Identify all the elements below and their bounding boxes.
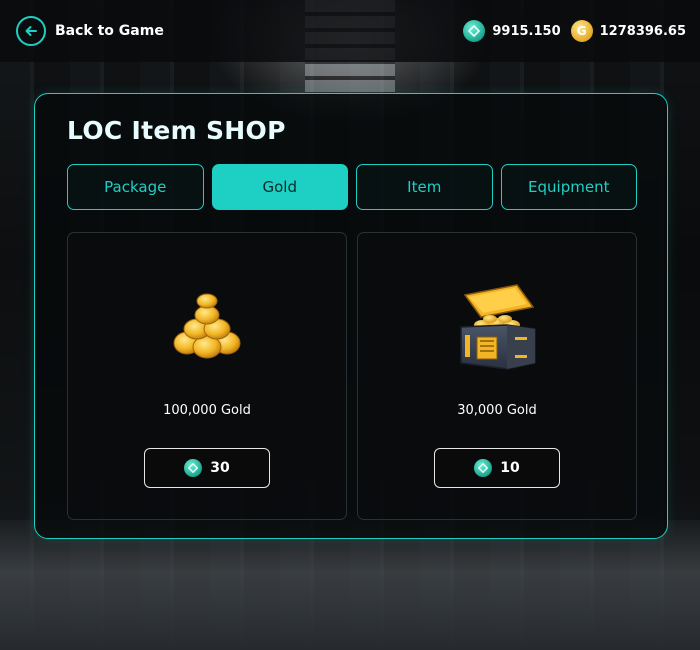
gold-treasure-chest-icon xyxy=(447,277,547,377)
back-to-game-button[interactable]: Back to Game xyxy=(16,16,164,46)
wallet: 9915.150 G 1278396.65 xyxy=(463,20,686,42)
buy-button[interactable]: 10 xyxy=(434,448,560,488)
product-price: 30 xyxy=(210,460,230,476)
floor-reflection xyxy=(0,520,700,650)
shop-title: LOC Item SHOP xyxy=(67,116,286,145)
back-to-game-label: Back to Game xyxy=(55,23,164,39)
tab-gold[interactable]: Gold xyxy=(211,164,348,210)
product-card: 100,000 Gold 30 xyxy=(67,232,347,520)
product-grid: 100,000 Gold 30 30,000 Gold 10 xyxy=(67,232,637,520)
gold-balance-value: 1278396.65 xyxy=(599,23,686,39)
product-card: 30,000 Gold 10 xyxy=(357,232,637,520)
top-bar: Back to Game 9915.150 G 1278396.65 xyxy=(0,0,700,62)
product-name: 100,000 Gold xyxy=(163,403,251,418)
gold-coin-icon: G xyxy=(570,20,593,42)
gold-balance: G 1278396.65 xyxy=(570,20,686,42)
token-balance: 9915.150 xyxy=(463,20,561,42)
back-arrow-icon xyxy=(16,16,46,46)
item-shop-panel: LOC Item SHOP Package Gold Item Equipmen… xyxy=(34,93,668,539)
tab-item[interactable]: Item xyxy=(356,164,493,210)
tab-package[interactable]: Package xyxy=(67,164,204,210)
gold-coin-pile-icon xyxy=(157,277,257,377)
tab-equipment[interactable]: Equipment xyxy=(500,164,637,210)
token-coin-icon xyxy=(474,459,493,477)
buy-button[interactable]: 30 xyxy=(144,448,270,488)
shop-tabs: Package Gold Item Equipment xyxy=(67,164,637,212)
token-balance-value: 9915.150 xyxy=(492,23,561,39)
token-coin-icon xyxy=(184,459,203,477)
product-price: 10 xyxy=(500,460,520,476)
product-name: 30,000 Gold xyxy=(457,403,537,418)
token-coin-icon xyxy=(463,20,486,42)
